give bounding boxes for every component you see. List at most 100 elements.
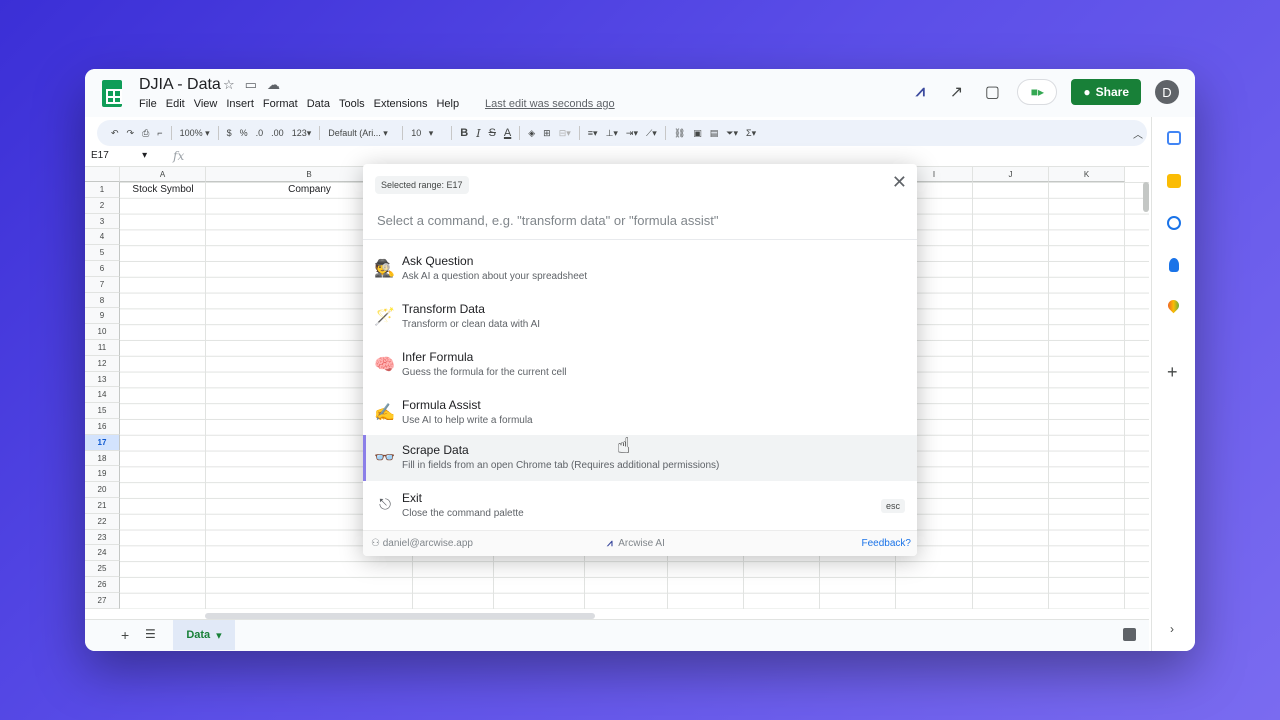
name-box[interactable]: E17 ▾ — [91, 150, 147, 161]
cloud-status-icon[interactable]: ☁ — [267, 77, 280, 93]
row-header-10[interactable]: 10 — [85, 324, 120, 340]
cell-a1[interactable]: Stock Symbol — [120, 184, 206, 195]
decrease-decimal-button[interactable]: .0 — [256, 128, 264, 138]
row-header-25[interactable]: 25 — [85, 561, 120, 577]
explore-icon[interactable] — [1123, 628, 1136, 641]
row-header-27[interactable]: 27 — [85, 592, 120, 609]
row-header-22[interactable]: 22 — [85, 513, 120, 530]
currency-button[interactable]: $ — [227, 128, 232, 138]
font-select[interactable]: Default (Ari... ▾ — [328, 128, 394, 139]
font-size-select[interactable]: 10 ▾ — [411, 128, 443, 139]
row-header-11[interactable]: 11 — [85, 340, 120, 356]
borders-icon[interactable]: ⊞ — [543, 128, 551, 139]
feedback-link[interactable]: Feedback? — [862, 538, 911, 549]
row-header-14[interactable]: 14 — [85, 387, 120, 404]
row-header-17[interactable]: 17 — [85, 434, 120, 451]
print-icon[interactable]: ⎙ — [142, 128, 149, 139]
row-header-24[interactable]: 24 — [85, 545, 120, 562]
merge-cells-icon[interactable]: ⊟▾ — [559, 128, 571, 139]
last-edit-link[interactable]: Last edit was seconds ago — [485, 98, 615, 110]
calendar-icon[interactable] — [1167, 131, 1181, 145]
insert-comment-icon[interactable]: ▣ — [693, 128, 702, 139]
text-wrap-icon[interactable]: ⇥▾ — [626, 128, 638, 139]
column-header-a[interactable]: A — [120, 167, 206, 182]
collapse-toolbar-icon[interactable]: ︿ — [1133, 126, 1143, 141]
menu-insert[interactable]: Insert — [226, 98, 254, 110]
contacts-icon[interactable] — [1169, 258, 1179, 272]
percent-button[interactable]: % — [240, 128, 248, 138]
add-addon-icon[interactable]: + — [1167, 362, 1178, 383]
menu-file[interactable]: File — [139, 98, 157, 110]
add-sheet-icon[interactable]: + — [121, 627, 129, 643]
paint-format-icon[interactable]: ⌐ — [157, 128, 162, 138]
increase-decimal-button[interactable]: .00 — [271, 128, 284, 138]
bold-button[interactable]: B — [460, 127, 468, 139]
command-ask-question[interactable]: 🕵️ Ask Question Ask AI a question about yo… — [363, 246, 917, 292]
menu-data[interactable]: Data — [307, 98, 330, 110]
vertical-scrollbar[interactable] — [1143, 182, 1149, 212]
row-header-16[interactable]: 16 — [85, 419, 120, 435]
redo-icon[interactable]: ↷ — [127, 128, 135, 139]
fill-color-icon[interactable]: ◈ — [528, 128, 535, 139]
all-sheets-icon[interactable]: ☰ — [145, 627, 156, 641]
italic-button[interactable]: I — [476, 127, 480, 140]
select-all-corner[interactable] — [85, 167, 120, 182]
command-formula-assist[interactable]: ✍️ Formula Assist Use AI to help write a f… — [363, 390, 917, 436]
row-header-15[interactable]: 15 — [85, 403, 120, 419]
avatar[interactable]: D — [1155, 80, 1179, 104]
functions-button[interactable]: Σ▾ — [746, 128, 756, 139]
insert-chart-icon[interactable]: ▤ — [710, 128, 719, 139]
number-format-select[interactable]: 123▾ — [292, 128, 312, 139]
row-header-18[interactable]: 18 — [85, 450, 120, 467]
zoom-select[interactable]: 100% ▾ — [180, 128, 210, 139]
text-color-button[interactable]: A — [504, 127, 511, 139]
close-icon[interactable]: ✕ — [892, 172, 907, 193]
row-header-19[interactable]: 19 — [85, 466, 120, 483]
undo-icon[interactable]: ↶ — [111, 128, 119, 139]
trend-icon[interactable]: ↗ — [945, 82, 967, 102]
row-header-20[interactable]: 20 — [85, 482, 120, 498]
menu-extensions[interactable]: Extensions — [374, 98, 428, 110]
menu-tools[interactable]: Tools — [339, 98, 365, 110]
comment-icon[interactable]: ▢ — [981, 82, 1003, 102]
row-header-2[interactable]: 2 — [85, 197, 120, 214]
tasks-icon[interactable] — [1167, 216, 1181, 230]
row-header-21[interactable]: 21 — [85, 498, 120, 514]
chevron-down-icon[interactable]: ▾ — [216, 629, 222, 642]
menu-format[interactable]: Format — [263, 98, 298, 110]
chevron-right-icon[interactable]: › — [1170, 622, 1174, 636]
menu-view[interactable]: View — [194, 98, 218, 110]
row-header-26[interactable]: 26 — [85, 577, 120, 593]
share-button[interactable]: ● Share — [1071, 79, 1141, 105]
row-header-1[interactable]: 1 — [85, 182, 120, 198]
align-vertical-icon[interactable]: ⊥▾ — [606, 128, 618, 139]
command-search-input[interactable] — [363, 202, 917, 240]
row-header-6[interactable]: 6 — [85, 261, 120, 277]
command-transform-data[interactable]: 🪄 Transform Data Transform or clean data w… — [363, 294, 917, 340]
sheets-logo-icon[interactable] — [102, 80, 122, 107]
sheet-tab-data[interactable]: Data ▾ — [173, 620, 235, 650]
text-rotation-icon[interactable]: ⟋▾ — [646, 128, 657, 139]
menu-edit[interactable]: Edit — [166, 98, 185, 110]
star-icon[interactable]: ☆ — [223, 77, 235, 93]
row-header-7[interactable]: 7 — [85, 276, 120, 293]
command-infer-formula[interactable]: 🧠 Infer Formula Guess the formula for the … — [363, 342, 917, 388]
command-exit[interactable]: ⎋ Exit Close the command palette esc — [363, 483, 917, 529]
meet-button[interactable]: ■▸ — [1017, 79, 1058, 105]
command-scrape-data[interactable]: 👓 Scrape Data Fill in fields from an open … — [363, 435, 917, 481]
strikethrough-button[interactable]: S — [489, 127, 496, 139]
menu-help[interactable]: Help — [436, 98, 459, 110]
row-header-13[interactable]: 13 — [85, 371, 120, 388]
row-header-12[interactable]: 12 — [85, 355, 120, 372]
row-header-5[interactable]: 5 — [85, 245, 120, 261]
arcwise-logo-icon[interactable]: ⩘ — [909, 83, 931, 101]
document-title[interactable]: DJIA - Data — [139, 76, 221, 94]
link-icon[interactable]: ⛓ — [674, 128, 685, 139]
column-header-k[interactable]: K — [1049, 167, 1125, 182]
row-header-9[interactable]: 9 — [85, 308, 120, 325]
row-header-23[interactable]: 23 — [85, 529, 120, 546]
move-folder-icon[interactable]: ▭ — [245, 77, 257, 93]
row-header-4[interactable]: 4 — [85, 229, 120, 246]
row-header-8[interactable]: 8 — [85, 292, 120, 309]
keep-icon[interactable] — [1167, 174, 1181, 188]
